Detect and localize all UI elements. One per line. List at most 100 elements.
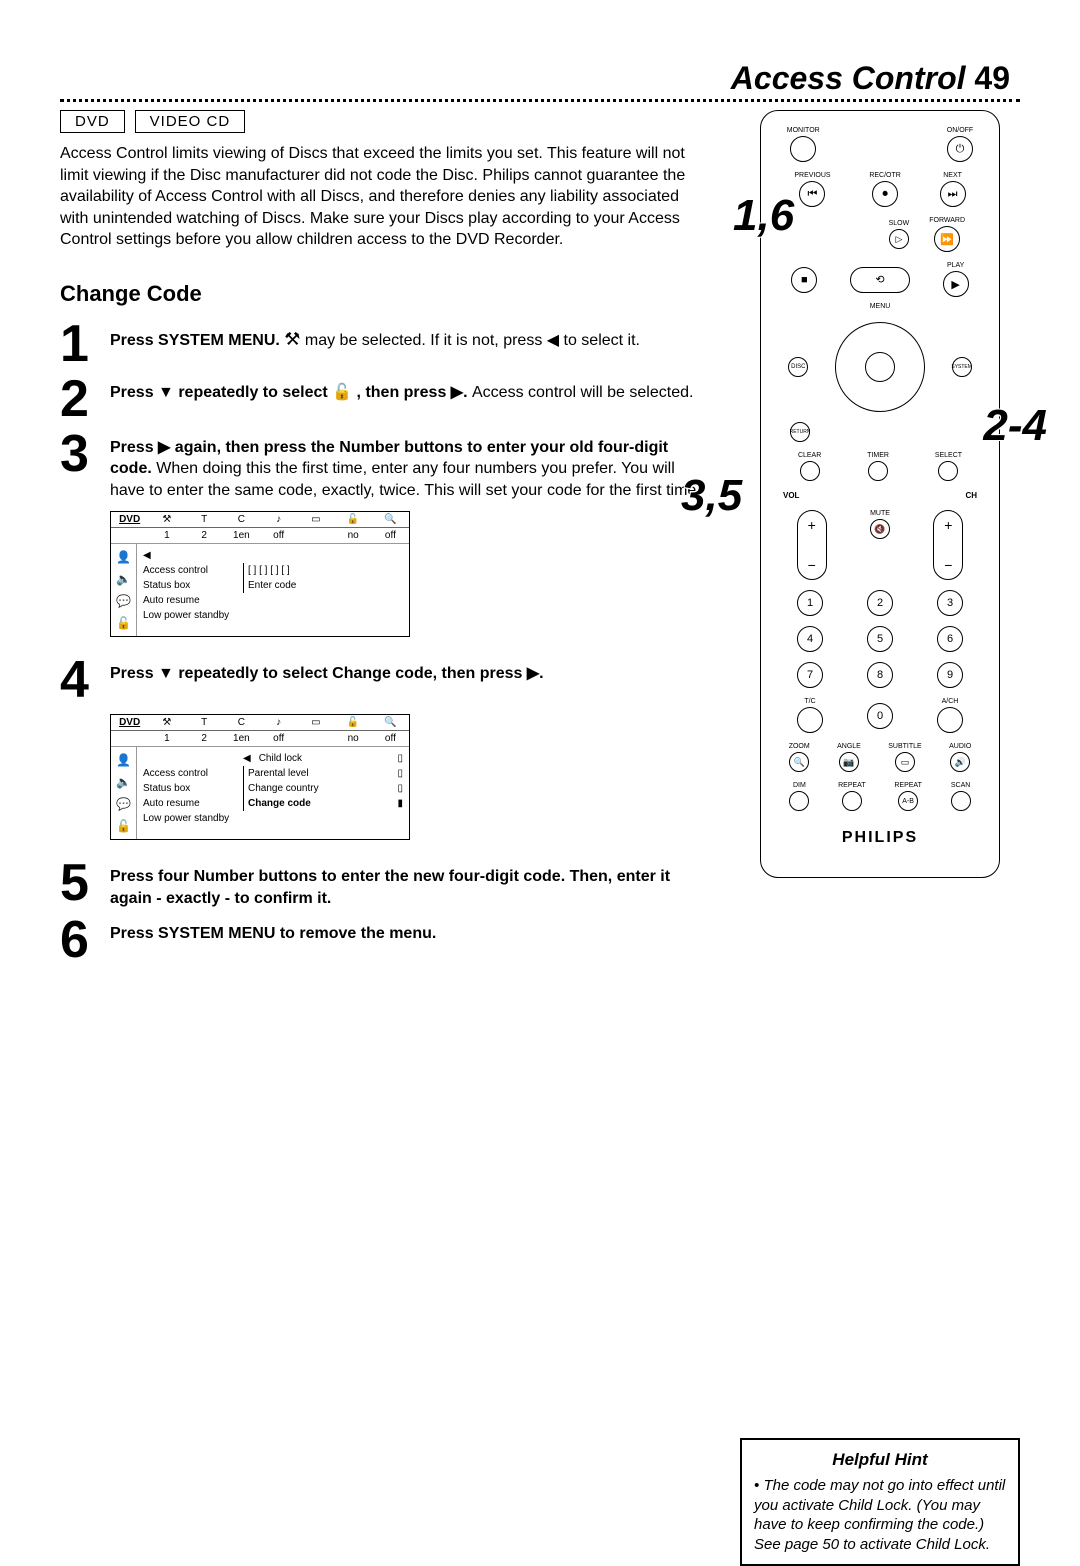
scan-button[interactable]: [951, 791, 971, 811]
remote-control: 1,6 2-4 3,5 MONITOR ON/OFF⏻ PREVIOUS⏮ RE…: [760, 110, 1000, 878]
step-1: 1 Press SYSTEM MENU. ⚒ may be selected. …: [60, 321, 710, 368]
step-number: 6: [60, 917, 96, 964]
step-6: 6 Press SYSTEM MENU to remove the menu.: [60, 917, 710, 964]
step-body: Press four Number buttons to enter the n…: [110, 860, 710, 909]
intro-paragraph: Access Control limits viewing of Discs t…: [60, 143, 710, 251]
step-4: 4 Press ▼ repeatedly to select Change co…: [60, 657, 710, 704]
tc-button[interactable]: [797, 707, 823, 733]
lock-icon: 🔓: [116, 616, 131, 630]
helpful-hint-box: Helpful Hint • The code may not go into …: [740, 1438, 1020, 1566]
num-5[interactable]: 5: [867, 626, 893, 652]
main-column: DVD VIDEO CD Access Control limits viewi…: [60, 110, 710, 1566]
mute-button[interactable]: 🔇: [870, 519, 890, 539]
step-number: 3: [60, 431, 96, 478]
header-page-num: 49: [974, 60, 1010, 96]
disc-button[interactable]: DISC: [788, 357, 808, 377]
speech-icon: 💬: [116, 797, 131, 811]
step-bold: Press ▼ repeatedly to select 🔓 , then pr…: [110, 384, 472, 401]
num-0[interactable]: 0: [867, 703, 893, 729]
side-column: 1,6 2-4 3,5 MONITOR ON/OFF⏻ PREVIOUS⏮ RE…: [740, 110, 1020, 1566]
num-1[interactable]: 1: [797, 590, 823, 616]
step-text: may be selected. If it is not, press ◀ t…: [305, 332, 640, 349]
num-6[interactable]: 6: [937, 626, 963, 652]
monitor-button[interactable]: [790, 136, 816, 162]
osd-menu-1: DVD ⚒TC ♪▭🔓🔍 12 1enoff nooff 👤 🔈 💬 🔓 ◀: [110, 511, 410, 637]
header-separator: [60, 99, 1020, 102]
speaker-icon: 🔈: [116, 572, 131, 586]
audio-button[interactable]: 🔊: [950, 752, 970, 772]
wrench-icon: ⚒: [284, 329, 300, 349]
tag-video-cd: VIDEO CD: [135, 110, 246, 133]
step-3: 3 Press ▶ again, then press the Number b…: [60, 431, 710, 502]
dim-button[interactable]: [789, 791, 809, 811]
step-bold: Press four Number buttons to enter the n…: [110, 868, 670, 907]
step-bold: Press SYSTEM MENU to remove the menu.: [110, 925, 436, 942]
subtitle-button[interactable]: ▭: [895, 752, 915, 772]
angle-button[interactable]: 📷: [839, 752, 859, 772]
menu-header: DVD ⚒TC ♪▭🔓🔍: [111, 512, 409, 528]
callout-1-6: 1,6: [733, 191, 794, 241]
num-3[interactable]: 3: [937, 590, 963, 616]
channel-rocker[interactable]: +−: [933, 510, 963, 580]
step-5: 5 Press four Number buttons to enter the…: [60, 860, 710, 909]
step-number: 1: [60, 321, 96, 368]
osd-menu-2: DVD ⚒TC ♪▭🔓🔍 12 1enoff nooff 👤 🔈 💬 🔓 ◀Ch…: [110, 714, 410, 840]
forward-button[interactable]: ⏩: [934, 226, 960, 252]
step-body: Press ▼ repeatedly to select Change code…: [110, 657, 544, 685]
timer-button[interactable]: [868, 461, 888, 481]
repeat-button[interactable]: [842, 791, 862, 811]
step-text: Access control will be selected.: [472, 384, 693, 401]
num-9[interactable]: 9: [937, 662, 963, 688]
clear-button[interactable]: [800, 461, 820, 481]
callout-3-5: 3,5: [681, 471, 742, 521]
person-icon: 👤: [116, 753, 131, 767]
step-number: 5: [60, 860, 96, 907]
menu-side-icons: 👤 🔈 💬 🔓: [111, 747, 137, 839]
step-bold: Press SYSTEM MENU.: [110, 332, 280, 349]
step-body: Press ▶ again, then press the Number but…: [110, 431, 710, 502]
page-header: Access Control 49: [60, 60, 1020, 97]
step-text: When doing this the first time, enter an…: [110, 460, 701, 499]
ach-button[interactable]: [937, 707, 963, 733]
callout-2-4: 2-4: [983, 401, 1047, 451]
tag-dvd: DVD: [60, 110, 125, 133]
header-title: Access Control: [731, 60, 966, 96]
menu-header: DVD ⚒TC ♪▭🔓🔍: [111, 715, 409, 731]
step-bold: Press ▼ repeatedly to select Change code…: [110, 665, 544, 682]
slow-button[interactable]: ▷: [889, 229, 909, 249]
speaker-icon: 🔈: [116, 775, 131, 789]
shuttle-button[interactable]: ⟲: [850, 267, 910, 293]
step-2: 2 Press ▼ repeatedly to select 🔓 , then …: [60, 376, 710, 423]
num-8[interactable]: 8: [867, 662, 893, 688]
num-2[interactable]: 2: [867, 590, 893, 616]
volume-rocker[interactable]: +−: [797, 510, 827, 580]
step-body: Press SYSTEM MENU. ⚒ may be selected. If…: [110, 321, 640, 352]
brand-logo: PHILIPS: [775, 829, 985, 847]
return-button[interactable]: RETURN: [790, 422, 810, 442]
lock-icon: 🔓: [116, 819, 131, 833]
num-7[interactable]: 7: [797, 662, 823, 688]
repeat-ab-button[interactable]: A-B: [898, 791, 918, 811]
hint-title: Helpful Hint: [754, 1450, 1006, 1470]
format-tags: DVD VIDEO CD: [60, 110, 710, 133]
next-button[interactable]: ⏭: [940, 181, 966, 207]
nav-pad[interactable]: [835, 322, 925, 412]
step-body: Press SYSTEM MENU to remove the menu.: [110, 917, 436, 945]
step-number: 2: [60, 376, 96, 423]
speech-icon: 💬: [116, 594, 131, 608]
person-icon: 👤: [116, 550, 131, 564]
play-button[interactable]: ▶: [943, 271, 969, 297]
stop-button[interactable]: ■: [791, 267, 817, 293]
step-body: Press ▼ repeatedly to select 🔓 , then pr…: [110, 376, 693, 404]
power-button[interactable]: ⏻: [947, 136, 973, 162]
num-4[interactable]: 4: [797, 626, 823, 652]
hint-body: • The code may not go into effect until …: [754, 1476, 1006, 1554]
select-button[interactable]: [938, 461, 958, 481]
lock-icon: 🔓: [332, 384, 352, 401]
menu-side-icons: 👤 🔈 💬 🔓: [111, 544, 137, 636]
zoom-button[interactable]: 🔍: [789, 752, 809, 772]
rec-button[interactable]: ⏺: [872, 181, 898, 207]
section-title: Change Code: [60, 281, 710, 307]
system-button[interactable]: SYSTEM: [952, 357, 972, 377]
previous-button[interactable]: ⏮: [799, 181, 825, 207]
